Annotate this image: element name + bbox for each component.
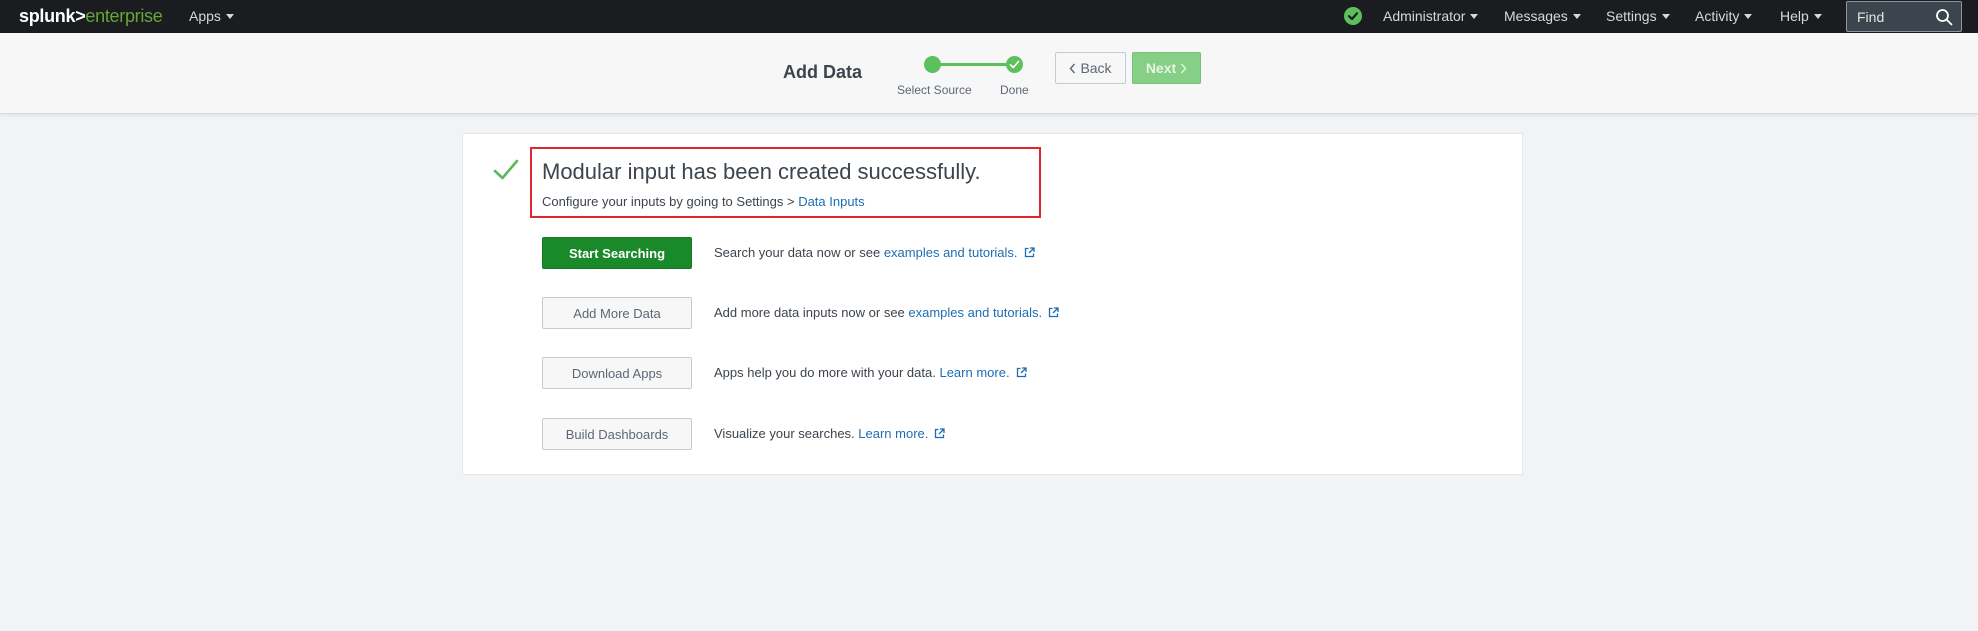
top-navigation-bar: splunk>enterprise Apps Administrator Mes… bbox=[0, 0, 1978, 33]
activity-menu[interactable]: Activity bbox=[1695, 0, 1753, 33]
activity-menu-label: Activity bbox=[1695, 8, 1740, 24]
success-panel: Modular input has been created successfu… bbox=[462, 133, 1523, 475]
next-button-label: Next bbox=[1145, 60, 1177, 76]
logo-enterprise-text: enterprise bbox=[85, 6, 163, 26]
step-select-source-dot bbox=[924, 56, 941, 73]
download-apps-button[interactable]: Download Apps bbox=[542, 357, 692, 389]
chevron-right-icon bbox=[1181, 63, 1187, 73]
health-status-icon[interactable] bbox=[1344, 7, 1362, 25]
action-description-text: Apps help you do more with your data. bbox=[714, 365, 940, 380]
examples-tutorials-link[interactable]: examples and tutorials. bbox=[908, 305, 1042, 320]
caret-down-icon bbox=[1813, 14, 1822, 19]
start-searching-button[interactable]: Start Searching bbox=[542, 237, 692, 269]
success-check-icon bbox=[493, 159, 519, 180]
add-more-data-button[interactable]: Add More Data bbox=[542, 297, 692, 329]
splunk-logo[interactable]: splunk>enterprise bbox=[19, 5, 163, 27]
help-menu-label: Help bbox=[1780, 8, 1809, 24]
settings-menu-label: Settings bbox=[1606, 8, 1657, 24]
caret-down-icon bbox=[225, 14, 234, 19]
action-description-text: Add more data inputs now or see bbox=[714, 305, 909, 320]
messages-menu-label: Messages bbox=[1504, 8, 1568, 24]
action-description-text: Search your data now or see bbox=[714, 245, 884, 260]
messages-menu[interactable]: Messages bbox=[1504, 0, 1581, 33]
external-link-icon[interactable] bbox=[1024, 247, 1035, 258]
action-description: Apps help you do more with your data. Le… bbox=[714, 365, 1027, 380]
caret-down-icon bbox=[1661, 14, 1670, 19]
learn-more-link[interactable]: Learn more. bbox=[939, 365, 1009, 380]
page-title: Add Data bbox=[783, 62, 863, 82]
caret-down-icon bbox=[1744, 14, 1753, 19]
user-menu[interactable]: Administrator bbox=[1383, 0, 1479, 33]
chevron-left-icon bbox=[1070, 63, 1076, 73]
action-description: Add more data inputs now or see examples… bbox=[714, 305, 1059, 320]
learn-more-link[interactable]: Learn more. bbox=[858, 426, 928, 441]
caret-down-icon bbox=[1470, 14, 1479, 19]
success-subtitle-text: Configure your inputs by going to Settin… bbox=[542, 194, 799, 209]
build-dashboards-button[interactable]: Build Dashboards bbox=[542, 418, 692, 450]
help-menu[interactable]: Help bbox=[1780, 0, 1822, 33]
external-link-icon[interactable] bbox=[934, 428, 946, 439]
success-subtitle: Configure your inputs by going to Settin… bbox=[542, 194, 865, 209]
back-button[interactable]: Back bbox=[1055, 52, 1126, 84]
apps-menu-label: Apps bbox=[189, 8, 221, 24]
step-done-dot bbox=[1006, 56, 1023, 73]
logo-splunk-text: splunk> bbox=[19, 6, 86, 26]
action-description: Visualize your searches. Learn more. bbox=[714, 426, 946, 441]
next-button[interactable]: Next bbox=[1132, 52, 1201, 84]
find-box bbox=[1846, 1, 1962, 32]
user-menu-label: Administrator bbox=[1383, 8, 1466, 24]
success-title: Modular input has been created successfu… bbox=[542, 159, 981, 184]
back-button-label: Back bbox=[1080, 60, 1112, 76]
step-check-icon bbox=[1009, 60, 1020, 69]
step-select-source-label: Select Source bbox=[897, 83, 972, 97]
step-progress-line bbox=[932, 63, 1014, 66]
examples-tutorials-link[interactable]: examples and tutorials. bbox=[884, 245, 1018, 260]
find-input[interactable] bbox=[1847, 2, 1935, 31]
action-description: Search your data now or see examples and… bbox=[714, 245, 1035, 260]
apps-menu[interactable]: Apps bbox=[189, 0, 234, 33]
settings-menu[interactable]: Settings bbox=[1606, 0, 1670, 33]
external-link-icon[interactable] bbox=[1016, 367, 1027, 378]
data-inputs-link[interactable]: Data Inputs bbox=[798, 194, 865, 209]
search-icon[interactable] bbox=[1935, 8, 1953, 26]
caret-down-icon bbox=[1572, 14, 1581, 19]
add-data-wizard-header: Add Data Select Source Done Back Next bbox=[0, 33, 1978, 114]
external-link-icon[interactable] bbox=[1048, 307, 1059, 318]
action-description-text: Visualize your searches. bbox=[714, 426, 859, 441]
step-done-label: Done bbox=[1000, 83, 1029, 97]
